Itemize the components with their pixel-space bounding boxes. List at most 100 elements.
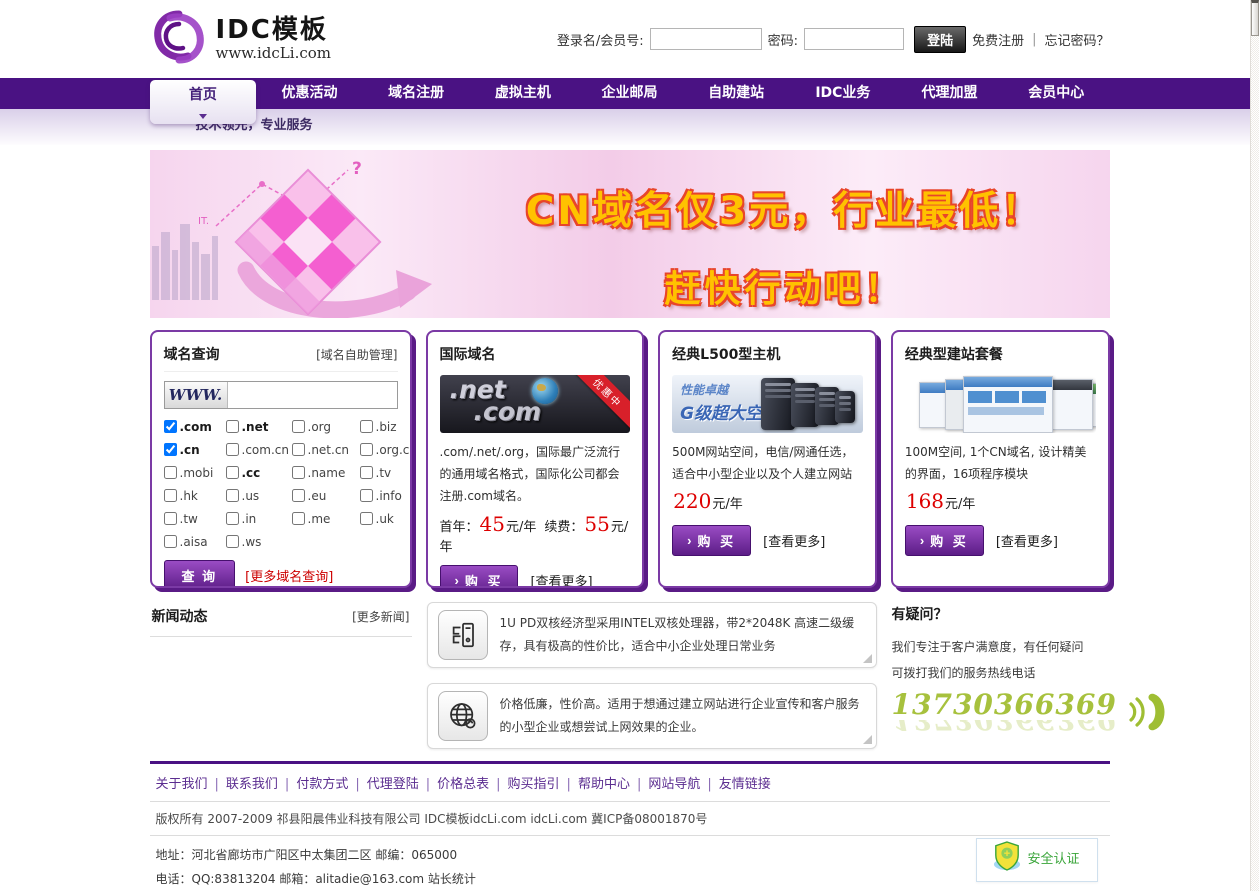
- tld-checkbox[interactable]: [226, 443, 239, 456]
- tld-option-.tv[interactable]: .tv: [360, 461, 412, 484]
- tld-option-.tw[interactable]: .tw: [164, 507, 226, 530]
- tld-checkbox[interactable]: [292, 512, 305, 525]
- tld-option-.com.cn[interactable]: .com.cn: [226, 438, 292, 461]
- buy-button[interactable]: ›购 买: [672, 525, 751, 556]
- nav-item-IDC业务[interactable]: IDC业务: [790, 78, 897, 109]
- footer-link-代理登陆[interactable]: 代理登陆: [367, 777, 419, 792]
- nav-item-域名注册[interactable]: 域名注册: [363, 78, 470, 109]
- domain-search-button[interactable]: 查 询: [164, 560, 236, 588]
- price: 168: [905, 489, 945, 513]
- tld-checkbox[interactable]: [226, 535, 239, 548]
- tld-option-.name[interactable]: .name: [292, 461, 360, 484]
- tld-option-.info[interactable]: .info: [360, 484, 412, 507]
- footer-link-友情链接[interactable]: 友情链接: [719, 777, 771, 792]
- footer-link-关于我们[interactable]: 关于我们: [156, 777, 208, 792]
- tld-checkbox[interactable]: [292, 489, 305, 502]
- nav-item-自助建站[interactable]: 自助建站: [683, 78, 790, 109]
- tld-option-.me[interactable]: .me: [292, 507, 360, 530]
- tld-checkbox[interactable]: [360, 420, 373, 433]
- tld-option-.us[interactable]: .us: [226, 484, 292, 507]
- tld-checkbox[interactable]: [226, 489, 239, 502]
- tld-checkbox[interactable]: [226, 420, 239, 433]
- feature-item-server[interactable]: 1U PD双核经济型采用INTEL双核处理器，带2*2048K 高速二级缓存，具…: [427, 602, 877, 668]
- domain-search-panel: 域名查询 [域名自助管理] WWW. .com.net.org.biz.cn.c…: [150, 330, 412, 588]
- more-domain-search-link[interactable]: [更多域名查询]: [245, 566, 333, 585]
- footer-separator: |: [567, 777, 571, 792]
- footer-link-价格总表[interactable]: 价格总表: [437, 777, 489, 792]
- tld-option-.net.cn[interactable]: .net.cn: [292, 438, 360, 461]
- footer-link-联系我们[interactable]: 联系我们: [226, 777, 278, 792]
- footer-link-付款方式[interactable]: 付款方式: [296, 777, 348, 792]
- login-button[interactable]: 登陆: [914, 26, 966, 53]
- nav-item-会员中心[interactable]: 会员中心: [1003, 78, 1110, 109]
- promo-banner[interactable]: ? IT.: [150, 150, 1110, 318]
- view-more-link[interactable]: [查看更多]: [996, 531, 1058, 550]
- tld-checkbox[interactable]: [164, 512, 177, 525]
- address-line: 地址：河北省廊坊市广阳区中太集团二区 邮编：065000: [156, 843, 1104, 867]
- domain-search-input[interactable]: [228, 382, 397, 408]
- scrollbar-thumb[interactable]: [1251, 0, 1259, 36]
- website-thumb: [963, 376, 1053, 433]
- contact-panel: 有疑问？ 我们专注于客户满意度，有任何疑问 可拨打我们的服务热线电话 13730…: [892, 602, 1173, 737]
- footer-link-网站导航[interactable]: 网站导航: [648, 777, 700, 792]
- nav-item-企业邮局[interactable]: 企业邮局: [576, 78, 683, 109]
- tld-option-.ws[interactable]: .ws: [226, 530, 292, 553]
- view-more-link[interactable]: [查看更多]: [763, 531, 825, 550]
- login-password-input[interactable]: [804, 28, 904, 50]
- tld-option-.eu[interactable]: .eu: [292, 484, 360, 507]
- nav-item-优惠活动[interactable]: 优惠活动: [256, 78, 363, 109]
- tld-option-.mobi[interactable]: .mobi: [164, 461, 226, 484]
- domain-manage-link[interactable]: [域名自助管理]: [316, 346, 397, 363]
- footer-link-购买指引[interactable]: 购买指引: [508, 777, 560, 792]
- tld-checkbox[interactable]: [164, 443, 177, 456]
- scrollbar[interactable]: [1250, 0, 1259, 891]
- footer-links: 关于我们|联系我们|付款方式|代理登陆|价格总表|购买指引|帮助中心|网站导航|…: [150, 764, 1110, 802]
- tld-checkbox[interactable]: [360, 466, 373, 479]
- more-news-link[interactable]: [更多新闻]: [352, 608, 409, 625]
- tld-checkbox[interactable]: [226, 466, 239, 479]
- register-link[interactable]: 免费注册: [972, 30, 1024, 49]
- image-com-text: .com: [474, 397, 542, 426]
- tld-checkbox[interactable]: [164, 466, 177, 479]
- tld-checkbox[interactable]: [292, 466, 305, 479]
- tld-checkbox[interactable]: [292, 420, 305, 433]
- tagline: 技术领先，专业服务: [150, 109, 1110, 143]
- tld-option-.hk[interactable]: .hk: [164, 484, 226, 507]
- badge-label: 安全认证: [1027, 847, 1079, 873]
- product-image-websites: [905, 375, 1096, 433]
- tld-option-.cc[interactable]: .cc: [226, 461, 292, 484]
- nav-item-虚拟主机[interactable]: 虚拟主机: [470, 78, 577, 109]
- tld-option-.org[interactable]: .org: [292, 415, 360, 438]
- footer-link-帮助中心[interactable]: 帮助中心: [578, 777, 630, 792]
- login-username-input[interactable]: [650, 28, 762, 50]
- tld-checkbox[interactable]: [226, 512, 239, 525]
- tld-checkbox[interactable]: [360, 512, 373, 525]
- feature-item-web[interactable]: 价格低廉，性价高。适用于想通过建立网站进行企业宣传和客户服务的小型企业或想尝试上…: [427, 683, 877, 749]
- contact-line1: 我们专注于客户满意度，有任何疑问: [892, 634, 1173, 660]
- buy-button[interactable]: ›购 买: [905, 525, 984, 556]
- feature-list: 1U PD双核经济型采用INTEL双核处理器，带2*2048K 高速二级缓存，具…: [427, 602, 877, 749]
- tld-checkbox[interactable]: [360, 443, 373, 456]
- tld-option-.biz[interactable]: .biz: [360, 415, 412, 438]
- site-logo[interactable]: IDC模板 www.idcLi.com: [150, 8, 332, 70]
- tld-option-.cn[interactable]: .cn: [164, 438, 226, 461]
- buy-button[interactable]: ›购 买: [440, 565, 519, 588]
- tld-checkbox[interactable]: [164, 489, 177, 502]
- tld-option-.com[interactable]: .com: [164, 415, 226, 438]
- tld-option-.net[interactable]: .net: [226, 415, 292, 438]
- nav-item-代理加盟[interactable]: 代理加盟: [896, 78, 1003, 109]
- forgot-password-link[interactable]: 忘记密码？: [1044, 30, 1109, 49]
- tld-checkbox[interactable]: [360, 489, 373, 502]
- nav-item-首页[interactable]: 首页: [150, 80, 257, 124]
- tld-checkbox[interactable]: [164, 535, 177, 548]
- header: IDC模板 www.idcLi.com 登录名/会员号: 密码: 登陆 免费注册…: [150, 0, 1110, 78]
- tld-checkbox[interactable]: [164, 420, 177, 433]
- security-badge[interactable]: 安全认证: [976, 838, 1098, 882]
- tld-option-.in[interactable]: .in: [226, 507, 292, 530]
- tld-option-.aisa[interactable]: .aisa: [164, 530, 226, 553]
- tld-option-.org.cn[interactable]: .org.cn: [360, 438, 412, 461]
- tld-option-.uk[interactable]: .uk: [360, 507, 412, 530]
- product-description: .com/.net/.org，国际最广泛流行的通用域名格式，国际化公司都会注册.…: [440, 441, 631, 508]
- tld-checkbox[interactable]: [292, 443, 305, 456]
- view-more-link[interactable]: [查看更多]: [530, 571, 592, 588]
